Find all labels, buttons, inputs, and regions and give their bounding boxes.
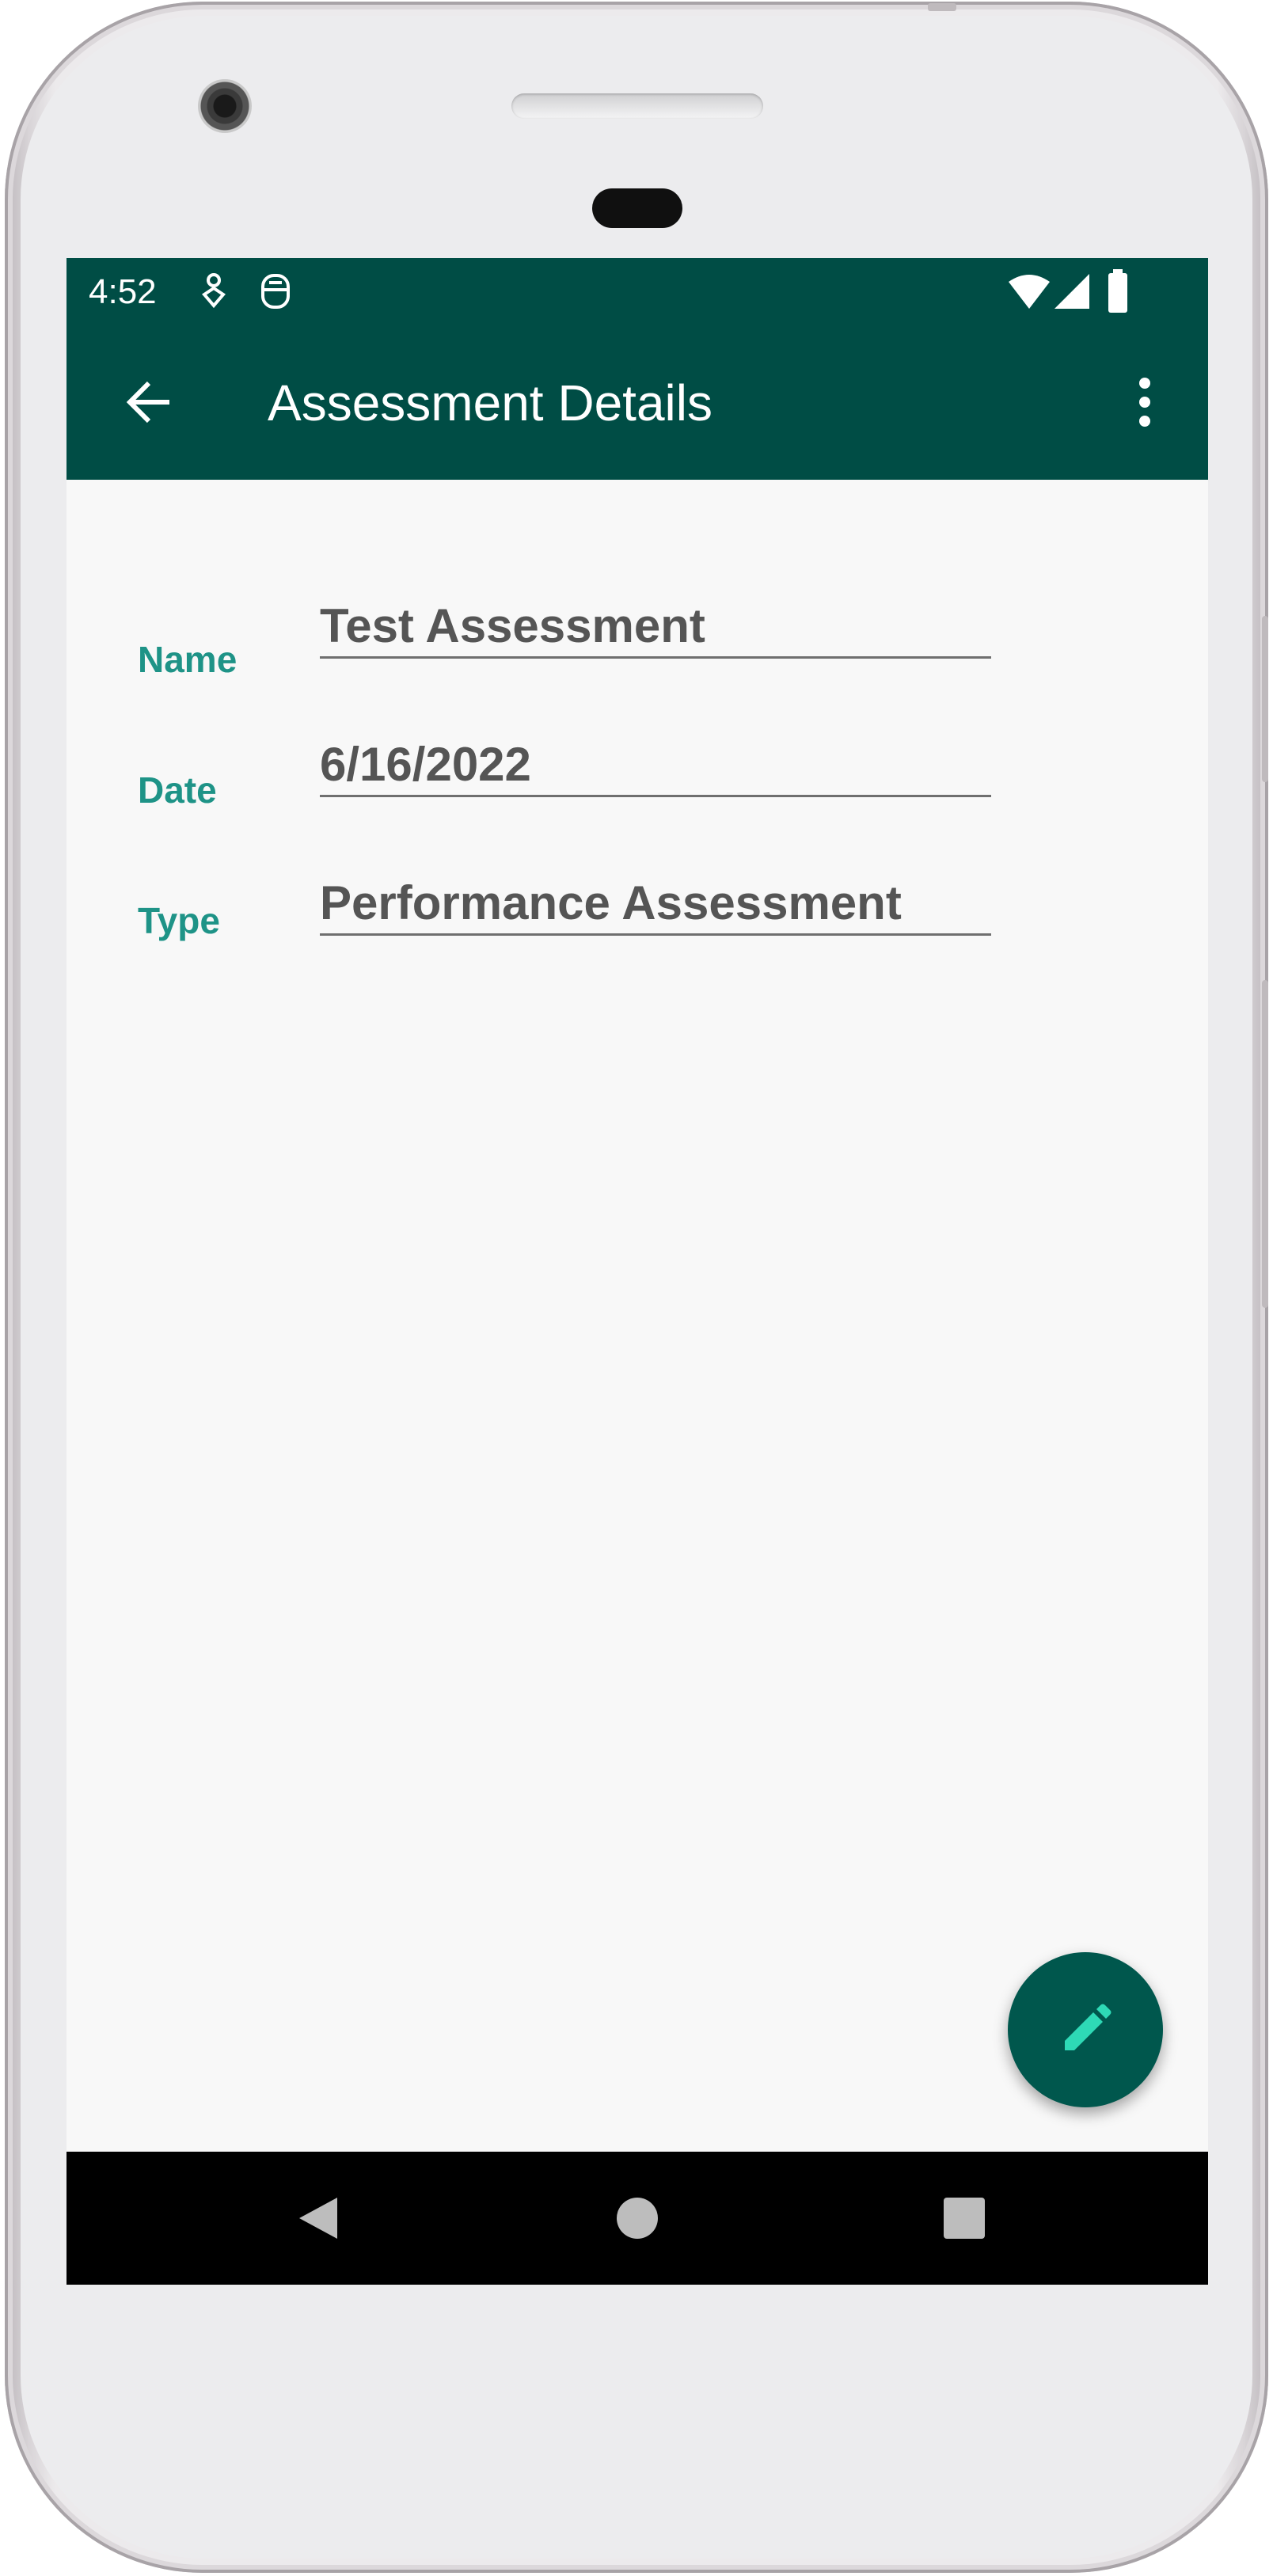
edit-fab-button[interactable] <box>1008 1952 1163 2107</box>
edit-pencil-icon <box>1065 2004 1112 2050</box>
side-button <box>1262 980 1268 1308</box>
wifi-icon <box>1007 272 1051 314</box>
back-button[interactable] <box>104 358 193 446</box>
more-vert-icon <box>1139 378 1150 427</box>
sim-card-icon <box>258 271 293 316</box>
overflow-menu-button[interactable] <box>1105 358 1184 446</box>
volume-button <box>1262 616 1268 782</box>
name-label: Name <box>138 639 238 680</box>
battery-icon <box>1107 269 1129 317</box>
phone-frame: 4:52 Assessment Details Name Test Assess… <box>5 2 1268 2573</box>
app-bar: Assessment Details <box>66 326 1208 480</box>
name-row: Name Test Assessment <box>66 583 1208 701</box>
home-circle-icon <box>617 2198 658 2239</box>
nav-home-button[interactable] <box>601 2182 674 2255</box>
assessment-form: Name Test Assessment Date 6/16/2022 Type… <box>66 480 1208 2095</box>
page-title: Assessment Details <box>268 374 712 431</box>
name-field[interactable]: Test Assessment <box>320 583 991 659</box>
status-bar: 4:52 <box>66 258 1208 326</box>
cell-signal-icon <box>1053 272 1091 314</box>
date-field[interactable]: 6/16/2022 <box>320 721 991 797</box>
date-label: Date <box>138 769 217 811</box>
arrow-back-icon <box>126 381 169 424</box>
type-field[interactable]: Performance Assessment <box>320 860 991 936</box>
nav-recents-button[interactable] <box>928 2182 1001 2255</box>
system-navigation-bar <box>66 2152 1208 2285</box>
back-triangle-icon <box>299 2198 337 2239</box>
front-camera <box>198 79 252 133</box>
earpiece-speaker <box>511 93 763 119</box>
notification-app-icon <box>198 271 230 316</box>
date-row: Date 6/16/2022 <box>66 721 1208 840</box>
status-time: 4:52 <box>89 272 157 311</box>
power-strip <box>928 3 956 11</box>
type-row: Type Performance Assessment <box>66 860 1208 978</box>
device-screen: 4:52 Assessment Details Name Test Assess… <box>66 258 1208 2285</box>
nav-back-button[interactable] <box>282 2182 355 2255</box>
type-label: Type <box>138 900 220 941</box>
proximity-sensor <box>592 188 682 228</box>
recents-square-icon <box>944 2198 985 2239</box>
